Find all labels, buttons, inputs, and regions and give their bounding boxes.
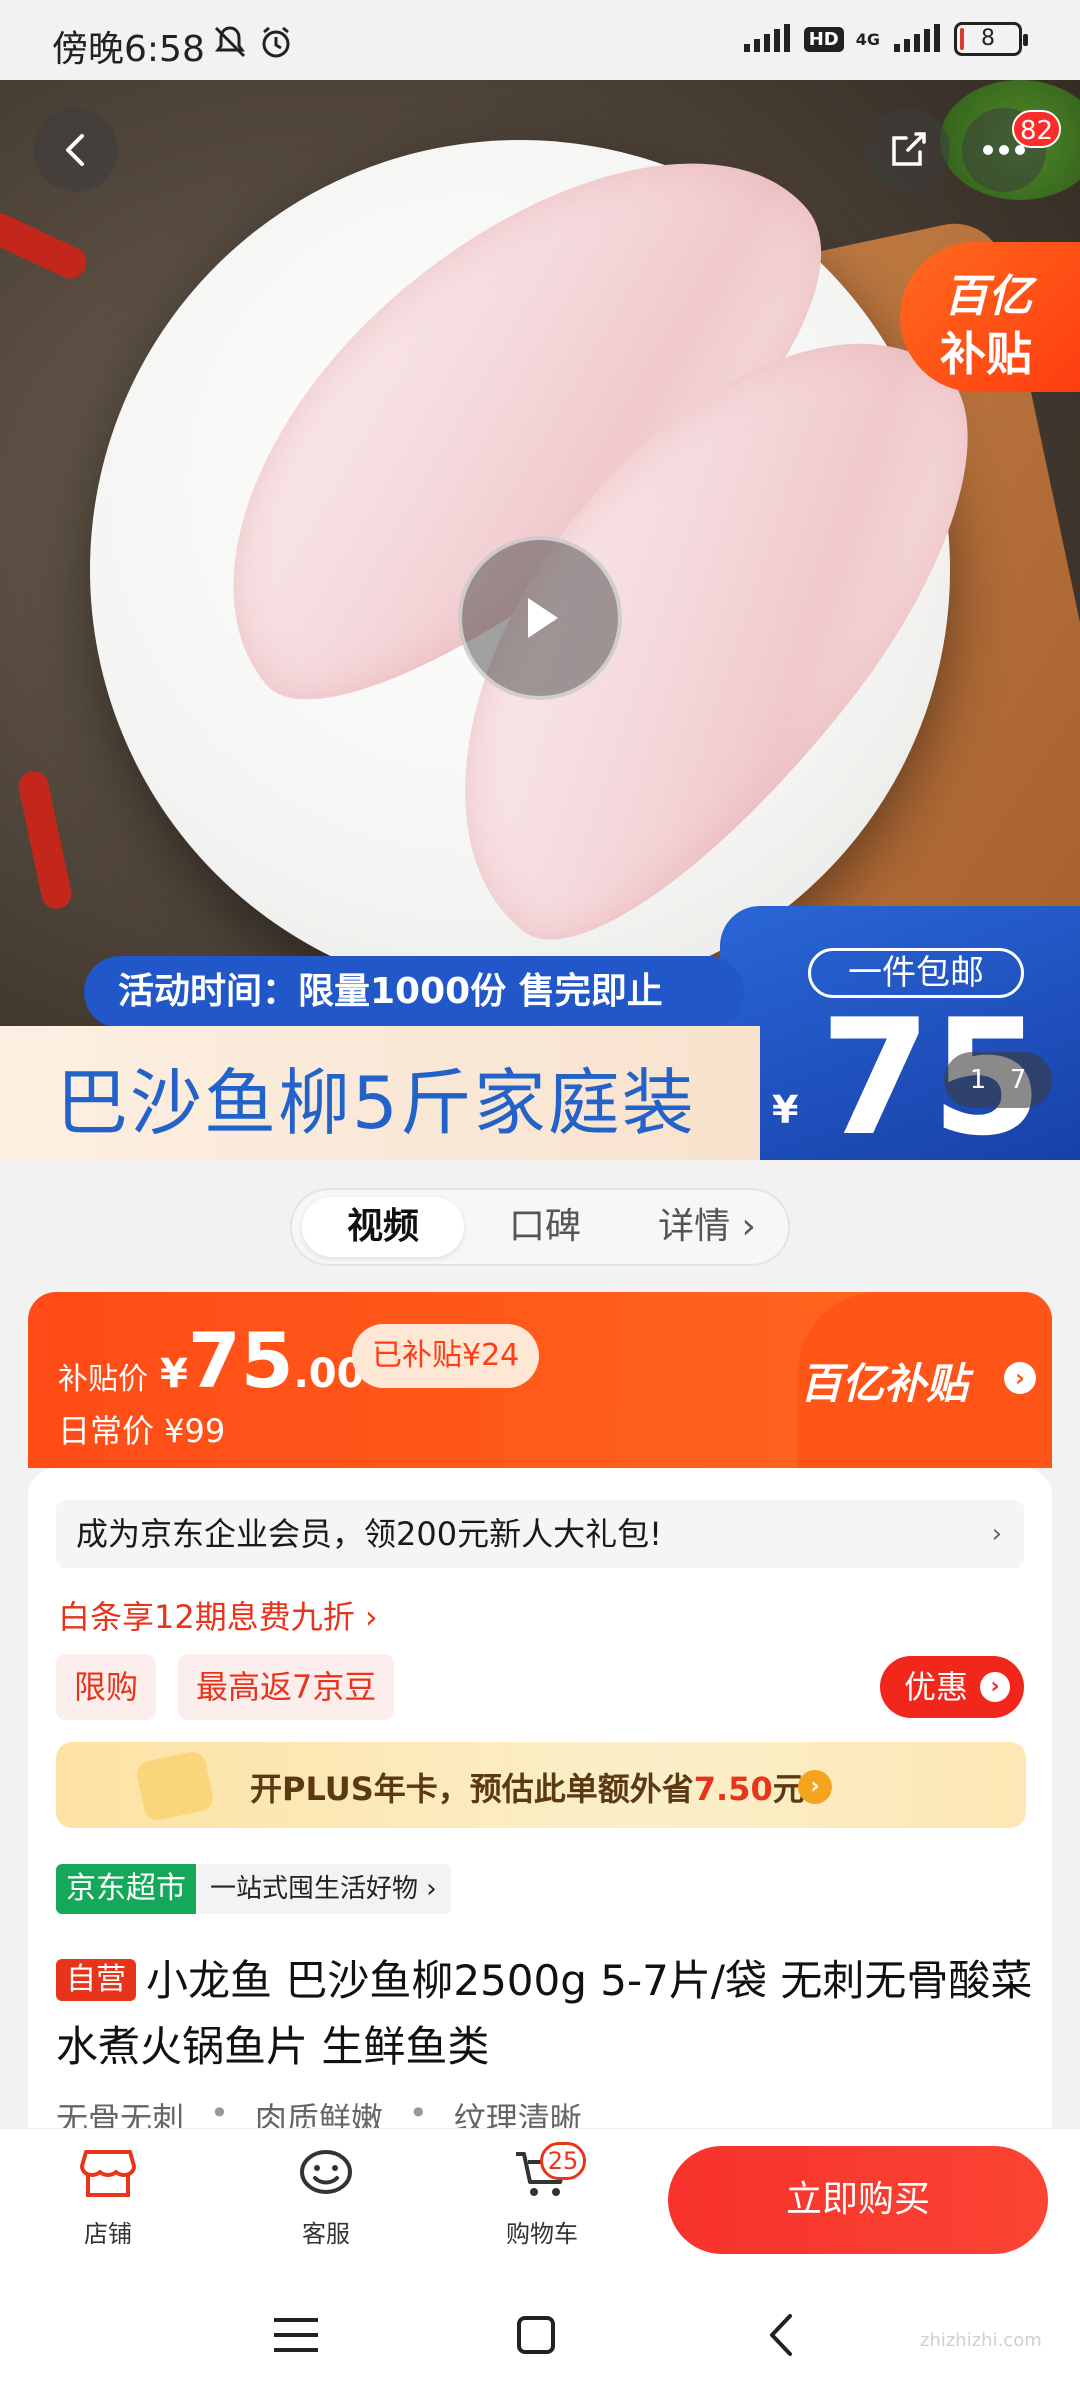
share-button[interactable] [866, 108, 950, 192]
mute-bell-icon [214, 26, 246, 58]
chili-image-2 [15, 768, 75, 912]
network-type: 4G [855, 29, 880, 49]
signal-icon-2 [894, 24, 940, 52]
pager-current: 1 [969, 1065, 987, 1095]
alarm-icon [262, 26, 290, 58]
share-icon [892, 132, 926, 166]
home-icon[interactable] [506, 2310, 566, 2360]
jd-supermarket-label: 京东超市 [56, 1864, 196, 1914]
battery-level [960, 28, 964, 50]
product-title: 自营 小龙鱼 巴沙鱼柳2500g 5-7片/袋 无刺无骨酸菜水煮火锅鱼片 生鲜鱼类 [56, 1948, 1036, 2080]
notification-badge: 82 [1012, 110, 1062, 148]
enterprise-member-banner[interactable]: 成为京东企业会员，领200元新人大礼包! › [56, 1500, 1024, 1568]
battery-text: 8 [981, 26, 995, 51]
status-time: 傍晚6:58 [52, 29, 205, 70]
back-nav-icon[interactable] [752, 2310, 812, 2360]
plus-saving-amount: 7.50 [693, 1770, 773, 1808]
jd-supermarket-desc: 一站式囤生活好物 › [196, 1864, 451, 1914]
price-integer: 75 [187, 1316, 294, 1405]
activity-time-banner: 活动时间：限量1000份 售完即止 [84, 956, 744, 1028]
subsidy-tag: 百亿 补贴 [900, 242, 1080, 392]
discount-label: 优惠 [904, 1668, 969, 1706]
chevron-right-icon: › [991, 1519, 1002, 1549]
status-icons-right: HD 4G 8 [742, 22, 1028, 56]
pager-total: 7 [1009, 1065, 1027, 1095]
subsidy-price: ¥75.00 [160, 1316, 364, 1405]
price-currency: ¥ [160, 1351, 188, 1397]
subsidy-tag-line2: 补贴 [940, 327, 1032, 381]
banner-title: 巴沙鱼柳5斤家庭装 [56, 1061, 696, 1145]
chevron-right-icon: › [980, 1672, 1010, 1702]
store-label: 店铺 [84, 2220, 132, 2248]
play-video-button[interactable] [458, 536, 622, 700]
cart-count-badge: 25 [540, 2142, 586, 2180]
store-icon [80, 2150, 136, 2197]
chili-image [0, 208, 92, 284]
daily-price: 日常价 ¥99 [58, 1412, 226, 1450]
member-banner-text: 成为京东企业会员，领200元新人大礼包! [76, 1515, 662, 1553]
discount-button[interactable]: 优惠 › [880, 1656, 1024, 1718]
menu-icon[interactable] [266, 2310, 326, 2360]
customer-service-button[interactable]: 客服 [256, 2146, 396, 2249]
chevron-right-icon[interactable]: › [1004, 1362, 1036, 1394]
subsidy-amount-badge: 已补贴¥24 [352, 1324, 540, 1388]
plus-text-prefix: 开PLUS年卡，预估此单额外省 [250, 1770, 694, 1808]
subsidy-brand-link[interactable]: 百亿补贴 [800, 1350, 968, 1411]
chevron-left-icon [66, 134, 84, 166]
baitiao-installment-link[interactable]: 白条享12期息费九折 › [58, 1592, 378, 1638]
back-button[interactable] [34, 108, 118, 192]
battery-icon: 8 [954, 22, 1028, 56]
media-tabs: 视频 口碑 详情 › [290, 1188, 790, 1266]
status-bar: 傍晚6:58 HD 4G 8 [0, 0, 1080, 80]
purchase-limit-chip: 限购 [56, 1654, 157, 1720]
play-icon [528, 598, 558, 638]
tab-video[interactable]: 视频 [302, 1197, 464, 1257]
self-operated-badge: 自营 [56, 1959, 136, 2001]
customer-service-label: 客服 [302, 2220, 350, 2248]
chevron-right-icon[interactable]: › [798, 1770, 832, 1804]
tab-details[interactable]: 详情 › [626, 1197, 788, 1257]
cart-label: 购物车 [506, 2220, 578, 2248]
buy-now-button[interactable]: 立即购买 [668, 2146, 1048, 2254]
status-icons-left [212, 24, 294, 60]
subsidy-price-label: 补贴价 [58, 1362, 148, 1397]
banner-currency: ¥ [772, 1088, 799, 1132]
product-image-carousel[interactable]: 82 百亿 补贴 活动时间：限量1000份 售完即止 巴沙鱼柳5斤家庭装 一件包… [0, 80, 1080, 1160]
jd-supermarket-tag[interactable]: 京东超市 一站式囤生活好物 › [56, 1864, 451, 1914]
signal-icon [743, 24, 790, 52]
subsidy-tag-line1: 百亿 [944, 271, 1032, 322]
store-button[interactable]: 店铺 [38, 2146, 178, 2249]
image-pager: 1 7 [944, 1052, 1052, 1108]
chat-smile-icon [300, 2150, 352, 2194]
jingdou-rebate-chip: 最高返7京豆 [178, 1654, 395, 1720]
product-title-text: 小龙鱼 巴沙鱼柳2500g 5-7片/袋 无刺无骨酸菜水煮火锅鱼片 生鲜鱼类 [56, 1956, 1033, 2071]
plus-banner-text: 开PLUS年卡，预估此单额外省7.50元 [250, 1764, 805, 1810]
hd-icon: HD [803, 26, 844, 52]
watermark: zhizhizhi.com [920, 2330, 1042, 2351]
tab-reviews[interactable]: 口碑 [464, 1197, 626, 1257]
